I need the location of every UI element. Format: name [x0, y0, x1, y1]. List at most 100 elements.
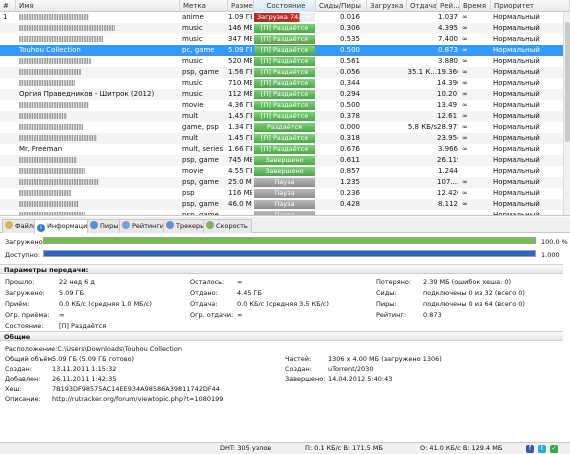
- info-key: Завершено:: [285, 375, 326, 383]
- col-upload[interactable]: Отдача: [407, 0, 437, 12]
- torrent-list[interactable]: # Имя Метка Размер Состояние Сиды/Пиры З…: [0, 0, 570, 216]
- cell-ratio: 28.975: [437, 123, 458, 131]
- info-key: Состояние:: [5, 322, 44, 330]
- cell-name: Оргия Праведников - Шитрок (2012): [19, 90, 155, 98]
- torrent-row[interactable]: psp, game 25.0 МБ 1.235 107.... ∞ Нормальный П…: [0, 177, 563, 188]
- cell-size: 710 МБ: [228, 79, 252, 87]
- tab-ratings[interactable]: Рейтинги: [119, 219, 169, 233]
- cell-label: game, psp: [182, 123, 219, 131]
- cell-time: ∞: [462, 90, 468, 98]
- cell-down: [367, 111, 405, 122]
- info-value: подключены 0 из 64 (всего 0): [423, 300, 525, 308]
- cell-label: mult: [182, 112, 198, 120]
- cell-label: music: [182, 35, 203, 43]
- status-badge: [П] Раздаётся: [254, 46, 315, 55]
- cell-down: [367, 100, 405, 111]
- col-ratio[interactable]: Рей...: [437, 0, 460, 12]
- cell-time: ∞: [462, 57, 468, 65]
- cell-priority: Нормальный: [493, 90, 540, 98]
- torrent-row[interactable]: mult 1.45 ГБ 0.378 12.611 ∞ Нормальный [П] Раз…: [0, 111, 563, 122]
- detail-tabs: Файлы i Информация Пиры Рейтинги Трекеры …: [0, 217, 570, 234]
- cell-num: [3, 78, 15, 89]
- torrent-row[interactable]: music 710 МБ 0.344 14.390 ∞ Нормальный [П] Раз…: [0, 78, 563, 89]
- cell-seeds: 0.500: [339, 46, 360, 54]
- cell-priority: Нормальный: [493, 57, 540, 65]
- col-name[interactable]: Имя: [16, 0, 180, 12]
- obscured-name: [19, 190, 71, 196]
- cell-priority: Нормальный: [493, 145, 540, 153]
- cell-size: 1.56 ГБ: [228, 68, 252, 76]
- torrent-row[interactable]: Mr. Freeman mult, series 1.66 ГБ 0.676 3.966…: [0, 144, 563, 155]
- torrent-row[interactable]: game, psp 1.34 ГБ 0.000 5.8 КБ/s28.975 ∞ Норм…: [0, 122, 563, 133]
- torrent-row[interactable]: psp, game 745 МБ 0.611 26.119 Нормальный Заве…: [0, 155, 563, 166]
- facebook-icon[interactable]: f: [526, 445, 534, 453]
- info-key: Частей:: [285, 355, 312, 363]
- torrent-row[interactable]: Touhou Collection pc, game 5.09 ГБ 0.500 0.8…: [0, 45, 563, 56]
- cell-name: [19, 23, 179, 34]
- cell-num: [3, 34, 15, 45]
- col-size[interactable]: Размер: [228, 0, 254, 12]
- twitter-icon[interactable]: t: [538, 445, 546, 453]
- torrent-row[interactable]: psp, game 46.0 МБ 0.428 8.112 ∞ Нормальный Пау…: [0, 199, 563, 210]
- cell-ratio: 3.880: [437, 57, 458, 65]
- cell-priority: Нормальный: [493, 200, 540, 208]
- torrent-row[interactable]: psp, game Нормальный Пауза: [0, 210, 563, 216]
- cell-label: psp, game: [182, 200, 219, 208]
- cell-ratio: 107....: [437, 178, 458, 186]
- info-key: Хеш:: [5, 385, 22, 393]
- cell-label: movie: [182, 167, 204, 175]
- cell-time: ∞: [462, 79, 468, 87]
- cell-name: [19, 56, 179, 67]
- cell-priority: Нормальный: [493, 79, 540, 87]
- cell-name: [19, 122, 179, 133]
- torrent-row[interactable]: movie 4.55 ГБ 0.857 1.244 Нормальный Завершен…: [0, 166, 563, 177]
- torrent-row[interactable]: psp 116 МБ 0.236 12.420 ∞ Нормальный Пауза: [0, 188, 563, 199]
- torrent-row[interactable]: music 347 МБ 0.535 7.400 ∞ Нормальный [П] Разд…: [0, 34, 563, 45]
- cell-priority: Нормальный: [493, 189, 540, 197]
- cell-name: [19, 199, 179, 210]
- cell-down: [367, 199, 405, 210]
- info-key: Приём:: [5, 300, 30, 308]
- info-value: 14.04.2012 5:40:43: [328, 375, 393, 383]
- col-seeds[interactable]: Сиды/Пиры: [316, 0, 367, 12]
- connection-ok-icon[interactable]: ✓: [550, 445, 558, 453]
- cell-up: [407, 78, 437, 89]
- cell-label: psp: [182, 189, 195, 197]
- scrollbar-thumb[interactable]: [565, 22, 570, 142]
- cell-label: music: [182, 24, 203, 32]
- available-value: 1.000: [541, 251, 560, 259]
- tab-speed[interactable]: Скорость: [203, 219, 252, 233]
- cell-priority: Нормальный: [493, 211, 540, 216]
- info-value: [П] Раздаётся: [59, 322, 107, 330]
- obscured-name: [19, 124, 83, 130]
- torrent-row[interactable]: psp, game 1.56 ГБ 0.056 35.1 К...19.366 ∞ Нор…: [0, 67, 563, 78]
- ratings-icon: [122, 221, 130, 229]
- download-status: П: 0.1 КБ/с В: 171.5 МБ: [305, 444, 383, 452]
- obscured-name: [19, 14, 89, 20]
- cell-priority: Нормальный: [493, 35, 540, 43]
- torrent-row[interactable]: music 146 МБ 0.306 4.395 ∞ Нормальный [П] Разд…: [0, 23, 563, 34]
- torrent-row[interactable]: 1 anime 1.09 ГБ 0.016 1.037 ∞ Нормальный Загруз…: [0, 12, 563, 23]
- col-download[interactable]: Загрузка: [367, 0, 407, 12]
- torrent-row[interactable]: mult 1.45 ГБ 0.318 23.954 ∞ Нормальный [П] Раз…: [0, 133, 563, 144]
- torrent-row[interactable]: music 520 МБ 0.561 3.880 ∞ Нормальный [П] Разд…: [0, 56, 563, 67]
- torrent-row[interactable]: movie 4.36 ГБ 0.500 13.491 ∞ Нормальный [П] Ра…: [0, 100, 563, 111]
- col-num[interactable]: #: [0, 0, 16, 12]
- list-scrollbar[interactable]: [563, 12, 570, 215]
- info-key: Создан:: [285, 365, 312, 373]
- col-priority[interactable]: Приоритет: [491, 0, 570, 12]
- tab-peers[interactable]: Пиры: [87, 219, 123, 233]
- obscured-name: [19, 102, 89, 108]
- col-label[interactable]: Метка: [180, 0, 228, 12]
- cell-num: 1: [3, 13, 8, 21]
- cell-priority: Нормальный: [493, 24, 540, 32]
- col-time[interactable]: Время: [460, 0, 491, 12]
- torrent-row[interactable]: Оргия Праведников - Шитрок (2012) music 11…: [0, 89, 563, 100]
- cell-priority: Нормальный: [493, 167, 540, 175]
- cell-name: Mr. Freeman: [19, 145, 63, 153]
- cell-num: [3, 144, 15, 155]
- cell-seeds: 0.318: [339, 134, 360, 142]
- status-badge: [П] Раздаётся: [254, 68, 315, 77]
- obscured-name: [19, 168, 85, 174]
- col-status[interactable]: Состояние: [254, 0, 316, 12]
